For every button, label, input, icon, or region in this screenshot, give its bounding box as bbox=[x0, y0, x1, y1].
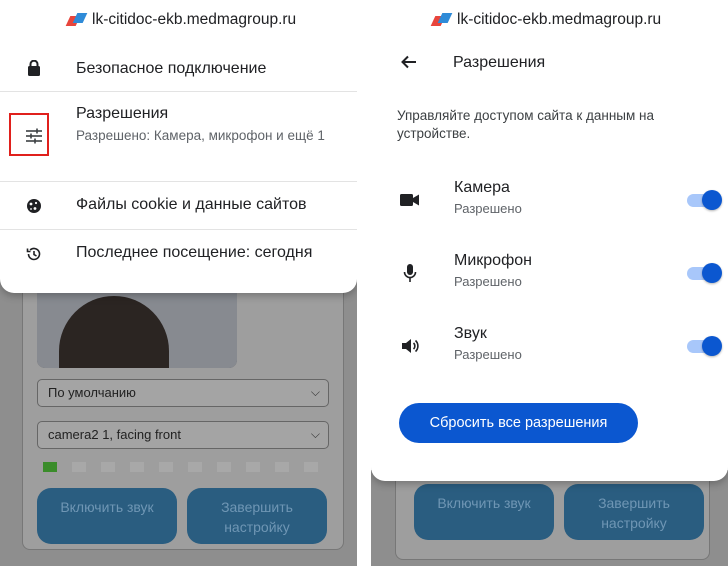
sound-level-bar bbox=[72, 462, 86, 472]
speaker-icon bbox=[399, 335, 421, 357]
sound-level-bar bbox=[304, 462, 318, 472]
divider bbox=[0, 91, 357, 92]
divider bbox=[0, 229, 357, 230]
permissions-description: Управляйте доступом сайта к данным на ус… bbox=[397, 108, 654, 141]
background-page: Включить звук Завершить настройку bbox=[371, 470, 728, 566]
enable-sound-button[interactable]: Включить звук bbox=[414, 484, 554, 540]
lock-icon bbox=[22, 56, 46, 80]
sound-level-meter bbox=[37, 462, 329, 472]
sound-level-bar bbox=[159, 462, 173, 472]
permission-row-sound[interactable]: Звук Разрешено bbox=[371, 323, 728, 373]
menu-item-label: Последнее посещение: сегодня bbox=[76, 244, 313, 261]
sound-level-bar bbox=[246, 462, 260, 472]
cookie-icon bbox=[22, 194, 46, 218]
settings-card: Включить звук Завершить настройку bbox=[395, 470, 710, 560]
chevron-down-icon: ⌵ bbox=[310, 427, 320, 441]
site-host: lk-citidoc-ekb.medmagroup.ru bbox=[457, 11, 662, 28]
camera-device-select[interactable]: camera2 1, facing front ⌵ bbox=[37, 421, 329, 449]
menu-item-cookies[interactable]: Файлы cookie и данные сайтов bbox=[0, 190, 357, 224]
reset-permissions-button[interactable]: Сбросить все разрешения bbox=[399, 403, 638, 443]
audio-device-value: По умолчанию bbox=[48, 385, 136, 400]
enable-sound-button[interactable]: Включить звук bbox=[37, 488, 177, 544]
site-host: lk-citidoc-ekb.medmagroup.ru bbox=[92, 11, 297, 28]
history-icon bbox=[22, 242, 46, 266]
permissions-summary: Разрешено: Камера, микрофон и ещё 1 bbox=[76, 128, 325, 143]
finish-setup-button[interactable]: Завершить настройку bbox=[187, 488, 327, 544]
sound-level-bar bbox=[275, 462, 289, 472]
permission-status: Разрешено bbox=[454, 347, 522, 362]
site-url-header: lk-citidoc-ekb.medmagroup.ru bbox=[0, 0, 357, 40]
camera-icon bbox=[399, 189, 421, 211]
divider bbox=[0, 181, 357, 182]
background-page: По умолчанию ⌵ camera2 1, facing front ⌵… bbox=[0, 250, 357, 566]
site-url-header: lk-citidoc-ekb.medmagroup.ru bbox=[371, 0, 728, 40]
menu-item-last-visit[interactable]: Последнее посещение: сегодня bbox=[0, 238, 357, 272]
chevron-down-icon: ⌵ bbox=[310, 385, 320, 399]
highlight-box bbox=[9, 113, 49, 156]
sound-level-bar bbox=[217, 462, 231, 472]
camera-device-value: camera2 1, facing front bbox=[48, 427, 181, 442]
menu-item-label: Файлы cookie и данные сайтов bbox=[76, 196, 307, 213]
permission-name: Микрофон bbox=[454, 252, 532, 269]
sound-level-bar bbox=[188, 462, 202, 472]
permission-row-microphone[interactable]: Микрофон Разрешено bbox=[371, 250, 728, 300]
menu-item-label: Безопасное подключение bbox=[76, 60, 267, 77]
permission-row-camera[interactable]: Камера Разрешено bbox=[371, 177, 728, 227]
permissions-screen: Включить звук Завершить настройку lk-cit… bbox=[371, 0, 728, 566]
permission-name: Звук bbox=[454, 325, 487, 342]
site-favicon-icon bbox=[65, 12, 88, 28]
finish-setup-button[interactable]: Завершить настройку bbox=[564, 484, 704, 540]
audio-device-select[interactable]: По умолчанию ⌵ bbox=[37, 379, 329, 407]
sound-level-bar bbox=[43, 462, 57, 472]
sound-level-bar bbox=[101, 462, 115, 472]
microphone-toggle[interactable] bbox=[687, 263, 722, 283]
site-info-popup: lk-citidoc-ekb.medmagroup.ru Безопасное … bbox=[0, 0, 357, 293]
menu-item-label: Разрешения bbox=[76, 105, 169, 122]
permission-status: Разрешено bbox=[454, 201, 522, 216]
site-info-screen: По умолчанию ⌵ camera2 1, facing front ⌵… bbox=[0, 0, 357, 566]
permissions-sheet: lk-citidoc-ekb.medmagroup.ru Разрешения … bbox=[371, 0, 728, 481]
site-favicon-icon bbox=[430, 12, 453, 28]
settings-card: По умолчанию ⌵ camera2 1, facing front ⌵… bbox=[22, 250, 344, 550]
camera-toggle[interactable] bbox=[687, 190, 722, 210]
microphone-icon bbox=[399, 262, 421, 284]
permission-name: Камера bbox=[454, 179, 510, 196]
page-title: Разрешения bbox=[453, 54, 546, 71]
back-arrow-icon[interactable] bbox=[399, 52, 419, 72]
permission-status: Разрешено bbox=[454, 274, 522, 289]
menu-item-secure-connection[interactable]: Безопасное подключение bbox=[0, 54, 357, 88]
sound-toggle[interactable] bbox=[687, 336, 722, 356]
sound-level-bar bbox=[130, 462, 144, 472]
menu-item-permissions[interactable]: Разрешения Разрешено: Камера, микрофон и… bbox=[0, 100, 357, 178]
